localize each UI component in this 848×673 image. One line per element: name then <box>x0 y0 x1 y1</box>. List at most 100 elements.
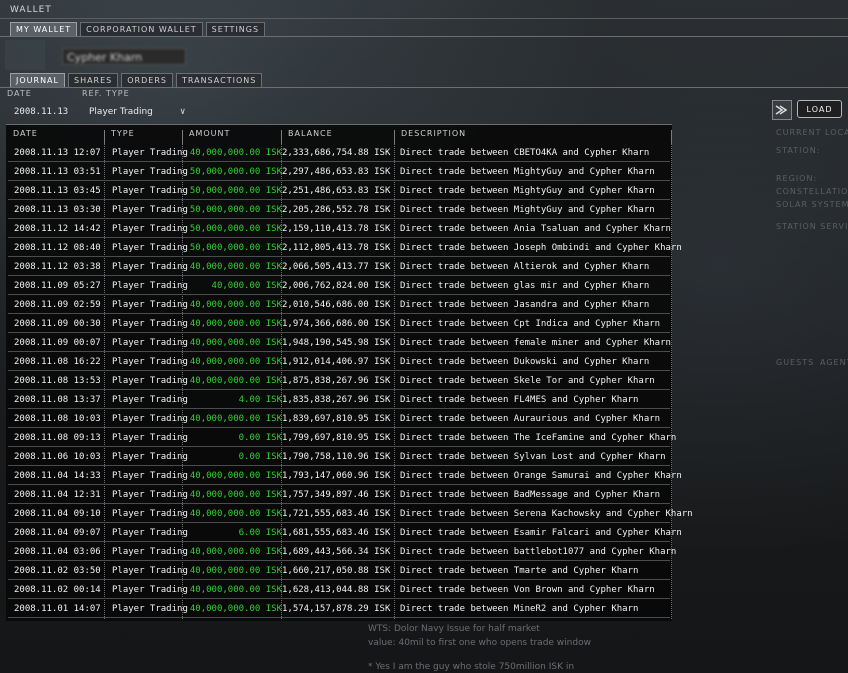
column-header-type[interactable]: TYPE <box>111 128 135 140</box>
tab-transactions[interactable]: TRANSACTIONS <box>175 73 263 88</box>
table-row[interactable]: 2008.11.13 03:30 Player Trading 50,000,000… <box>8 201 670 219</box>
column-separator[interactable] <box>104 130 105 144</box>
wallet-tabs: MY WALLET CORPORATION WALLET SETTINGS <box>10 22 266 37</box>
row-date: 2008.11.12 03:38 <box>14 262 101 272</box>
row-amount: 40,000,000.00 ISK <box>189 300 282 310</box>
row-amount: 0.00 ISK <box>238 452 282 462</box>
subtab-divider <box>0 87 848 88</box>
row-description: Direct trade between Tmarte and Cypher K… <box>400 566 639 576</box>
reftype-filter-label: REF. TYPE <box>82 89 130 98</box>
tab-settings[interactable]: SETTINGS <box>205 22 266 37</box>
row-balance: 1,628,413,044.88 ISK <box>282 585 391 595</box>
row-type: Player Trading <box>112 528 188 538</box>
tab-orders[interactable]: ORDERS <box>121 73 173 88</box>
tab-shares[interactable]: SHARES <box>67 73 119 88</box>
tab-my-wallet[interactable]: MY WALLET <box>10 22 78 37</box>
table-row[interactable]: 2008.11.09 00:07 Player Trading 40,000,000… <box>8 334 671 352</box>
row-description: Direct trade between BadMessage and Cyph… <box>400 490 661 500</box>
row-amount: 50,000,000.00 ISK <box>189 205 282 215</box>
bg-label-station-services: STATION SERVICES <box>776 222 848 231</box>
column-header-amount[interactable]: AMOUNT <box>189 128 230 140</box>
tab-journal[interactable]: JOURNAL <box>10 73 65 88</box>
row-type: Player Trading <box>112 490 188 500</box>
chevron-down-icon[interactable]: ∨ <box>180 104 190 120</box>
column-separator[interactable] <box>182 130 183 144</box>
row-date: 2008.11.13 12:07 <box>14 148 101 158</box>
row-date: 2008.11.04 14:33 <box>14 471 101 481</box>
column-header-date[interactable]: DATE <box>13 128 38 140</box>
table-row[interactable]: 2008.11.09 05:27 Player Trading 40,000.00 … <box>8 277 670 295</box>
row-type: Player Trading <box>112 414 188 424</box>
row-description: Direct trade between Jasandra and Cypher… <box>400 300 650 310</box>
table-row[interactable]: 2008.11.13 03:45 Player Trading 50,000,000… <box>8 182 670 200</box>
row-description: Direct trade between MightyGuy and Cyphe… <box>400 186 655 196</box>
table-row[interactable]: 2008.11.02 03:50 Player Trading 40,000,000… <box>8 562 670 580</box>
table-row[interactable]: 2008.11.08 10:03 Player Trading 40,000,000… <box>8 410 670 428</box>
row-balance: 2,159,110,413.78 ISK <box>282 224 391 234</box>
table-row[interactable]: 2008.11.08 09:13 Player Trading 0.00 ISK 1,… <box>8 429 676 447</box>
row-description: Direct trade between Esamir Falcari and … <box>400 528 682 538</box>
row-date: 2008.11.12 08:40 <box>14 243 101 253</box>
table-row[interactable]: 2008.11.04 09:07 Player Trading 6.00 ISK 1,… <box>8 524 682 542</box>
row-description: Direct trade between Cpt Indica and Cyph… <box>400 319 661 329</box>
table-row[interactable]: 2008.11.12 03:38 Player Trading 40,000,000… <box>8 258 670 276</box>
bg-chat-line-2: value: 40mil to first one who opens trad… <box>368 638 591 648</box>
row-description: Direct trade between glas mir and Cypher… <box>400 281 650 291</box>
reftype-select[interactable]: Player Trading <box>89 104 179 120</box>
table-row[interactable]: 2008.11.01 14:07 Player Trading 40,000,000… <box>8 600 670 618</box>
export-icon[interactable] <box>772 100 792 120</box>
row-description: Direct trade between Joseph Ombindi and … <box>400 243 682 253</box>
row-amount: 50,000,000.00 ISK <box>189 186 282 196</box>
load-button[interactable]: LOAD <box>797 100 842 118</box>
table-row[interactable]: 2008.11.04 09:10 Player Trading 40,000,000… <box>8 505 693 523</box>
table-row[interactable]: 2008.11.02 00:14 Player Trading 40,000,000… <box>8 581 670 599</box>
row-description: Direct trade between Auraurious and Cyph… <box>400 414 661 424</box>
column-header-balance[interactable]: BALANCE <box>288 128 333 140</box>
row-description: Direct trade between CBETO4KA and Cypher… <box>400 148 650 158</box>
table-row[interactable]: 2008.11.12 14:42 Player Trading 50,000,000… <box>8 220 671 238</box>
column-separator[interactable] <box>281 130 282 144</box>
row-description: Direct trade between Von Brown and Cyphe… <box>400 585 655 595</box>
table-row[interactable]: 2008.11.04 12:31 Player Trading 40,000,000… <box>8 486 670 504</box>
bg-label-agents: AGENTS <box>820 358 848 367</box>
table-row[interactable]: 2008.11.13 03:51 Player Trading 50,000,000… <box>8 163 670 181</box>
row-description: Direct trade between MineR2 and Cypher K… <box>400 604 639 614</box>
row-amount: 40,000,000.00 ISK <box>189 148 282 158</box>
table-row[interactable]: 2008.11.04 03:06 Player Trading 40,000,000… <box>8 543 676 561</box>
row-description: Direct trade between Serena Kachowsky an… <box>400 509 693 519</box>
row-amount: 50,000,000.00 ISK <box>189 224 282 234</box>
row-type: Player Trading <box>112 167 188 177</box>
date-filter-label: DATE <box>7 89 32 98</box>
row-amount: 40,000,000.00 ISK <box>189 566 282 576</box>
tab-corporation-wallet[interactable]: CORPORATION WALLET <box>80 22 203 37</box>
row-balance: 2,006,762,824.00 ISK <box>282 281 391 291</box>
row-balance: 2,333,686,754.88 ISK <box>282 148 391 158</box>
avatar <box>5 40 45 70</box>
date-filter-input[interactable]: 2008.11.13 <box>14 104 74 120</box>
table-row[interactable]: 2008.11.08 16:22 Player Trading 40,000,000… <box>8 353 670 371</box>
column-separator[interactable] <box>671 130 672 144</box>
row-description: Direct trade between Dukowski and Cypher… <box>400 357 650 367</box>
row-balance: 1,974,366,686.00 ISK <box>282 319 391 329</box>
row-balance: 2,010,546,686.00 ISK <box>282 300 391 310</box>
table-row[interactable]: 2008.11.12 08:40 Player Trading 50,000,000… <box>8 239 682 257</box>
table-row[interactable]: 2008.11.06 10:03 Player Trading 0.00 ISK 1,… <box>8 448 670 466</box>
column-header-description[interactable]: DESCRIPTION <box>401 128 466 140</box>
table-row[interactable]: 2008.11.13 12:07 Player Trading 40,000,000… <box>8 144 670 162</box>
table-header: DATE TYPE AMOUNT BALANCE DESCRIPTION <box>6 128 672 144</box>
bg-label-current-location: CURRENT LOCATION <box>776 128 848 137</box>
row-amount: 40,000,000.00 ISK <box>189 604 282 614</box>
row-description: Direct trade between Sylvan Lost and Cyp… <box>400 452 666 462</box>
column-separator[interactable] <box>394 130 395 144</box>
row-type: Player Trading <box>112 300 188 310</box>
table-row[interactable]: 2008.11.09 00:30 Player Trading 40,000,000… <box>8 315 670 333</box>
bg-label-solar-system: SOLAR SYSTEM: <box>776 200 848 209</box>
table-row[interactable]: 2008.11.08 13:37 Player Trading 4.00 ISK 1,… <box>8 391 670 409</box>
wallet-window: WALLET MY WALLET CORPORATION WALLET SETT… <box>0 0 848 673</box>
row-date: 2008.11.02 03:50 <box>14 566 101 576</box>
row-type: Player Trading <box>112 319 188 329</box>
table-row[interactable]: 2008.11.08 13:53 Player Trading 40,000,000… <box>8 372 670 390</box>
table-row[interactable]: 2008.11.04 14:33 Player Trading 40,000,000… <box>8 467 682 485</box>
row-description: Direct trade between MightyGuy and Cyphe… <box>400 167 655 177</box>
table-row[interactable]: 2008.11.09 02:59 Player Trading 40,000,000… <box>8 296 670 314</box>
